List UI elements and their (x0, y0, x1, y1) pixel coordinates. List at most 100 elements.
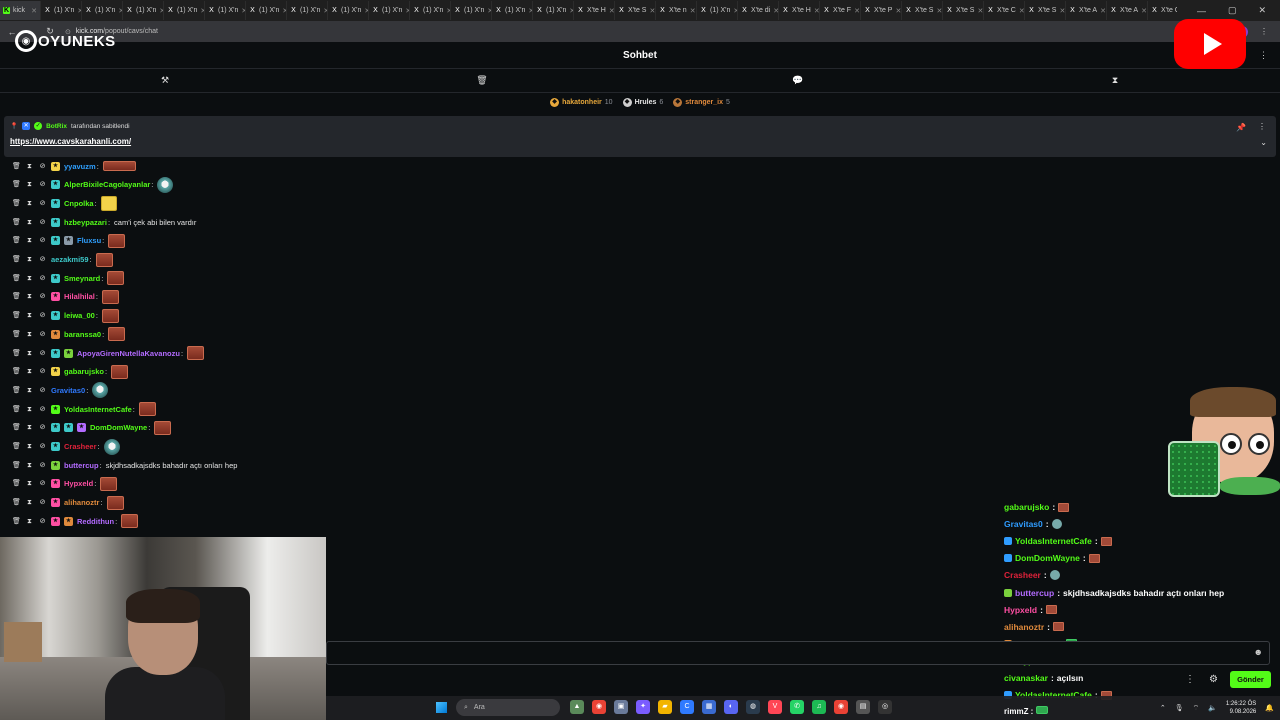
pinned-link[interactable]: https://www.cavskarahanli.com/ (10, 137, 131, 146)
chat-username[interactable]: buttercup (64, 461, 99, 470)
chat-menu-icon[interactable]: ⋮ (1259, 50, 1268, 61)
chat-username[interactable]: Crasheer (64, 442, 97, 451)
browser-tab[interactable]: X(1) X'n✕ (410, 1, 451, 20)
mic-icon[interactable]: 🎙 (1175, 704, 1184, 712)
copilot-icon[interactable]: ✦ (636, 700, 650, 714)
trash-icon[interactable]: 🗑 (476, 75, 488, 86)
ban-icon[interactable]: ⊘ (38, 461, 47, 470)
volume-icon[interactable]: 🔈 (1208, 704, 1217, 712)
browser-tab[interactable]: X(1) X'n✕ (82, 1, 123, 20)
ban-icon[interactable]: ⊘ (38, 386, 47, 395)
whatsapp-icon[interactable]: ✆ (790, 700, 804, 714)
chat-username[interactable]: Hilalhilal (64, 292, 95, 301)
chrome-active-icon[interactable]: ◉ (834, 700, 848, 714)
timeout-icon[interactable]: ⧗ (25, 218, 34, 227)
close-tab-icon[interactable]: ✕ (649, 7, 655, 15)
browser-tab[interactable]: X X'te A ✕ (1066, 1, 1107, 20)
ban-icon[interactable]: ⊘ (38, 498, 47, 507)
ban-icon[interactable]: ⊘ (38, 330, 47, 339)
hammer-icon[interactable]: ⚒ (159, 75, 171, 86)
timeout-icon[interactable]: ⧗ (25, 180, 34, 189)
valorant-icon[interactable]: V (768, 700, 782, 714)
delete-message-icon[interactable]: 🗑 (12, 405, 21, 414)
ban-icon[interactable]: ⊘ (38, 405, 47, 414)
close-tab-icon[interactable]: ✕ (1059, 7, 1065, 15)
delete-message-icon[interactable]: 🗑 (12, 442, 21, 451)
browser-tab[interactable]: X X'te S ✕ (615, 1, 656, 20)
browser-tab[interactable]: X X'te F ✕ (820, 1, 861, 20)
close-tab-icon[interactable]: ✕ (31, 7, 37, 15)
chat-bubble-icon[interactable]: 💬 (792, 75, 804, 86)
browser-tab[interactable]: X X'te P ✕ (861, 1, 902, 20)
discord-icon[interactable]: ◐ (724, 700, 738, 714)
timeout-icon[interactable]: ⧗ (25, 274, 34, 283)
chat-username[interactable]: Smeynard (64, 274, 100, 283)
close-tab-icon[interactable]: ✕ (1100, 7, 1106, 15)
delete-message-icon[interactable]: 🗑 (12, 292, 21, 301)
maximize-icon[interactable]: ▢ (1228, 5, 1237, 16)
browser-menu-icon[interactable]: ⋮ (1260, 27, 1268, 36)
chat-username[interactable]: baranssa0 (64, 330, 101, 339)
chat-username[interactable]: DomDomWayne (90, 423, 147, 432)
browser-tab[interactable]: X X'te S ✕ (943, 1, 984, 20)
close-tab-icon[interactable]: ✕ (609, 7, 614, 15)
chat-username[interactable]: hzbeypazari (64, 218, 107, 227)
timeout-icon[interactable]: ⧗ (25, 199, 34, 208)
chat-username[interactable]: YoldasInternetCafe (64, 405, 132, 414)
chat-username[interactable]: aezakmi59 (51, 255, 89, 264)
close-tab-icon[interactable]: ✕ (814, 7, 819, 15)
chat-username[interactable]: alihanoztr (64, 498, 99, 507)
delete-message-icon[interactable]: 🗑 (12, 199, 21, 208)
delete-message-icon[interactable]: 🗑 (12, 330, 21, 339)
close-tab-icon[interactable]: ✕ (1019, 7, 1024, 15)
tray-overflow-icon[interactable]: ⌃ (1160, 704, 1166, 712)
delete-message-icon[interactable]: 🗑 (12, 162, 21, 171)
chat-input[interactable]: ☻ (326, 641, 1270, 665)
ban-icon[interactable]: ⊘ (38, 292, 47, 301)
browser-tab[interactable]: X X'te A ✕ (1107, 1, 1148, 20)
close-tab-icon[interactable]: ✕ (854, 7, 860, 15)
timeout-icon[interactable]: ⧗ (25, 311, 34, 320)
steam-icon[interactable]: ◍ (746, 700, 760, 714)
ban-icon[interactable]: ⊘ (38, 236, 47, 245)
browser-tab[interactable]: X X'te n ✕ (656, 1, 697, 20)
top-gifter[interactable]: ◆ stranger_ix 5 (673, 98, 730, 107)
close-tab-icon[interactable]: ✕ (936, 7, 942, 15)
delete-message-icon[interactable]: 🗑 (12, 479, 21, 488)
timeout-icon[interactable]: ⧗ (25, 367, 34, 376)
close-tab-icon[interactable]: ✕ (690, 7, 696, 15)
timeout-icon[interactable]: ⧗ (25, 162, 34, 171)
delete-message-icon[interactable]: 🗑 (12, 274, 21, 283)
ban-icon[interactable]: ⊘ (38, 199, 47, 208)
browser-tab[interactable]: X(1) X'n✕ (41, 1, 82, 20)
browser-tab[interactable]: X(1) X'n✕ (533, 1, 574, 20)
timeout-icon[interactable]: ⧗ (25, 255, 34, 264)
timeout-icon[interactable]: ⧗ (25, 292, 34, 301)
browser-tab[interactable]: X(1) X'n✕ (492, 1, 533, 20)
pinned-menu-icon[interactable]: ⋮ (1258, 122, 1266, 131)
delete-message-icon[interactable]: 🗑 (12, 367, 21, 376)
file-explorer-icon[interactable]: ▰ (658, 700, 672, 714)
browser-tab[interactable]: X(1) X'n✕ (123, 1, 164, 20)
network-icon[interactable]: ⌔ (1193, 704, 1200, 713)
notes-app-icon[interactable]: ▣ (614, 700, 628, 714)
app-gray-icon[interactable]: ▤ (856, 700, 870, 714)
browser-tab[interactable]: Kkick ✕ (0, 1, 41, 20)
chat-username[interactable]: Reddithun (77, 517, 114, 526)
pinned-expand-chevron-icon[interactable]: ⌄ (1260, 138, 1267, 147)
ban-icon[interactable]: ⊘ (38, 274, 47, 283)
obs-icon[interactable]: ◎ (878, 700, 892, 714)
ban-icon[interactable]: ⊘ (38, 162, 47, 171)
browser-tab[interactable]: X(1) X'n✕ (205, 1, 246, 20)
chat-username[interactable]: Gravitas0 (51, 386, 85, 395)
hourglass-icon[interactable]: ⧗ (1109, 75, 1121, 86)
timeout-icon[interactable]: ⧗ (25, 405, 34, 414)
browser-tab[interactable]: X(1) X'n✕ (328, 1, 369, 20)
pinned-author[interactable]: BotRix (46, 123, 67, 130)
chat-username[interactable]: Cnpolka (64, 199, 94, 208)
chat-username[interactable]: gabarujsko (64, 367, 104, 376)
ban-icon[interactable]: ⊘ (38, 479, 47, 488)
timeout-icon[interactable]: ⧗ (25, 517, 34, 526)
delete-message-icon[interactable]: 🗑 (12, 498, 21, 507)
ban-icon[interactable]: ⊘ (38, 423, 47, 432)
